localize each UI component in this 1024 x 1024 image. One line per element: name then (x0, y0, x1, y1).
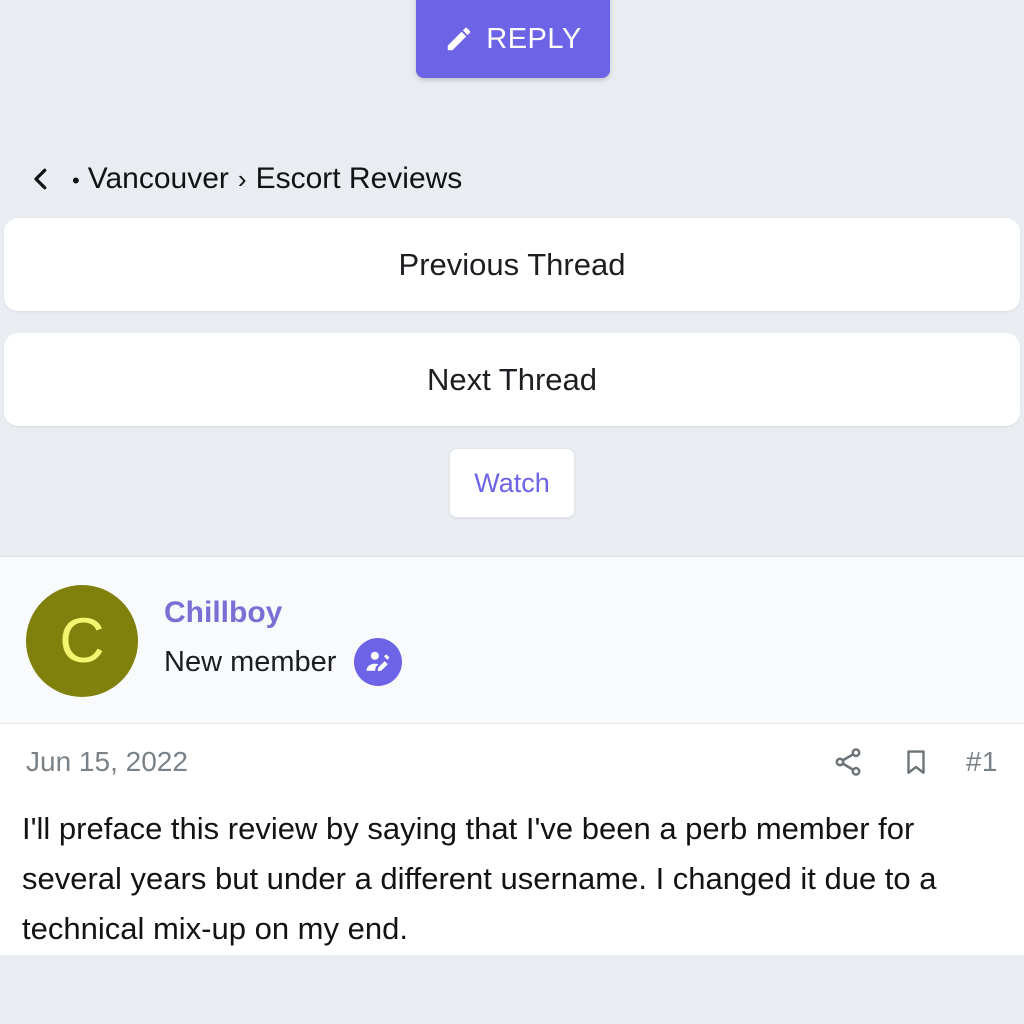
thread-navigation: Previous Thread Next Thread Watch (0, 218, 1024, 556)
share-icon[interactable] (830, 744, 866, 780)
watch-button[interactable]: Watch (449, 448, 575, 518)
post-author-name[interactable]: Chillboy (164, 596, 402, 631)
post-article: C Chillboy New member Jun 15, 2022 (0, 556, 1024, 955)
breadcrumb-list: • Vancouver › Escort Reviews (72, 162, 462, 196)
post-date[interactable]: Jun 15, 2022 (26, 746, 188, 778)
post-number[interactable]: #1 (966, 746, 998, 778)
post-body: I'll preface this review by saying that … (0, 798, 1024, 955)
post-actions: #1 (830, 744, 998, 780)
breadcrumb: • Vancouver › Escort Reviews (0, 140, 1024, 218)
chevron-left-icon[interactable] (24, 159, 58, 199)
user-edit-icon[interactable] (354, 638, 402, 686)
avatar[interactable]: C (26, 585, 138, 697)
breadcrumb-separator: › (238, 164, 247, 195)
bookmark-icon[interactable] (898, 744, 934, 780)
post-body-paragraph: I'll preface this review by saying that … (22, 804, 1002, 955)
next-thread-button[interactable]: Next Thread (4, 333, 1020, 426)
reply-bar: REPLY (0, 0, 1024, 96)
breadcrumb-item-vancouver[interactable]: Vancouver (88, 162, 229, 196)
reply-button[interactable]: REPLY (416, 0, 610, 78)
post-author-meta: Chillboy New member (164, 596, 402, 687)
pencil-icon (444, 24, 474, 54)
previous-thread-button[interactable]: Previous Thread (4, 218, 1020, 311)
watch-row: Watch (4, 448, 1020, 556)
post-author-title-row: New member (164, 638, 402, 686)
post-meta-row: Jun 15, 2022 #1 (0, 724, 1024, 798)
breadcrumb-item-escort-reviews[interactable]: Escort Reviews (256, 162, 463, 196)
post-user-header: C Chillboy New member (0, 557, 1024, 724)
post-author-title: New member (164, 645, 336, 680)
breadcrumb-bullet: • (72, 168, 80, 194)
reply-button-label: REPLY (486, 23, 581, 56)
